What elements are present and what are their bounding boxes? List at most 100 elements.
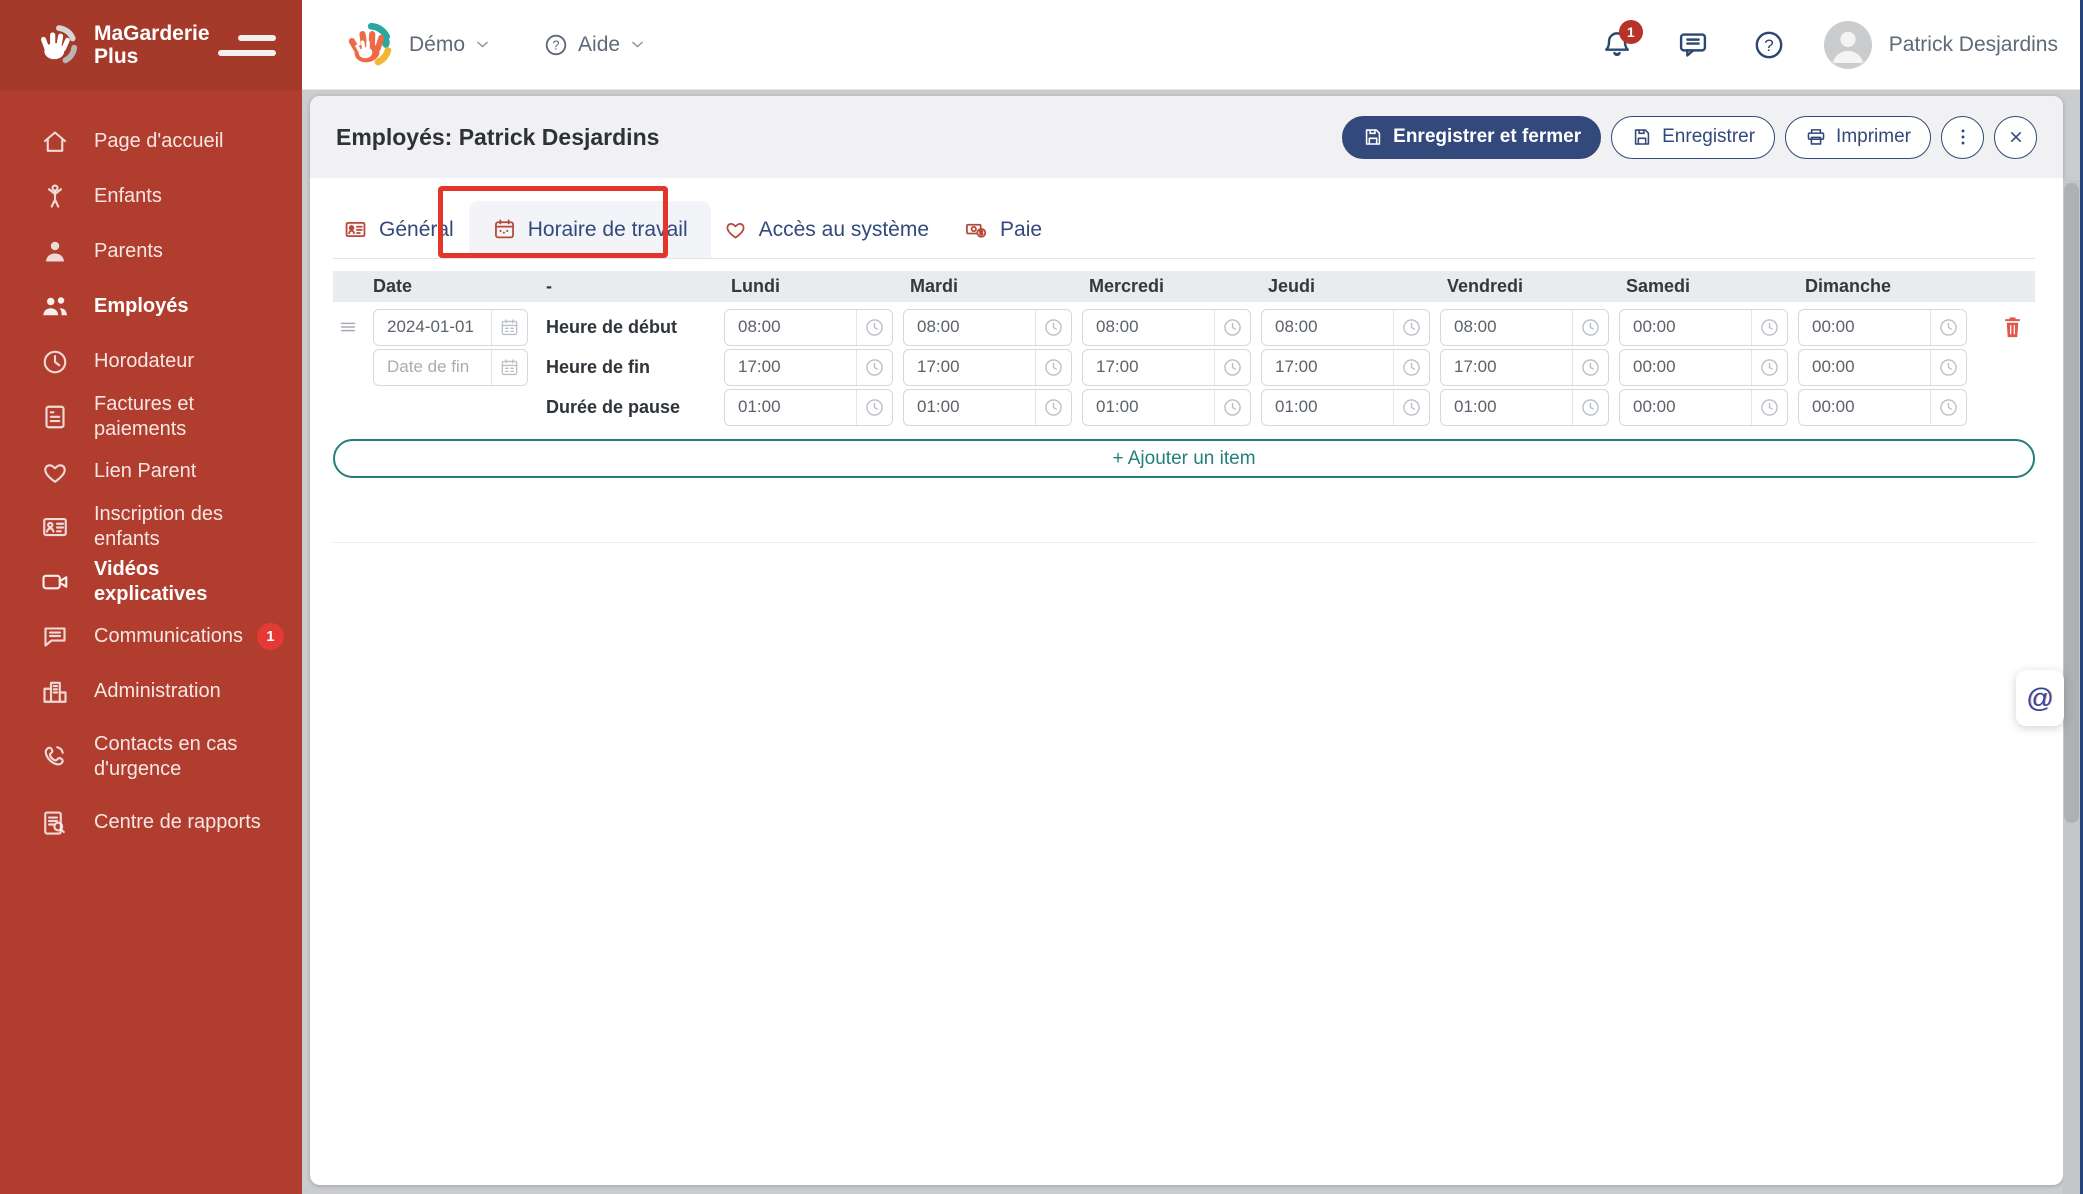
time-value[interactable] bbox=[1262, 350, 1393, 385]
time-value[interactable] bbox=[1799, 390, 1930, 425]
time-icon[interactable] bbox=[1930, 310, 1966, 345]
time-icon[interactable] bbox=[1572, 390, 1608, 425]
time-icon[interactable] bbox=[1572, 310, 1608, 345]
time-input-mardi[interactable] bbox=[903, 349, 1072, 386]
time-icon[interactable] bbox=[1393, 390, 1429, 425]
time-icon[interactable] bbox=[1035, 310, 1071, 345]
date-end-value[interactable] bbox=[374, 350, 491, 385]
calendar-icon[interactable] bbox=[491, 310, 527, 345]
time-value[interactable] bbox=[1262, 310, 1393, 345]
time-input-dimanche[interactable] bbox=[1798, 389, 1967, 426]
time-value[interactable] bbox=[1262, 390, 1393, 425]
time-value[interactable] bbox=[1620, 310, 1751, 345]
date-start-value[interactable] bbox=[374, 310, 491, 345]
notifications-button[interactable]: 1 bbox=[1600, 28, 1634, 62]
time-icon[interactable] bbox=[1214, 350, 1250, 385]
sidebar-item-communications[interactable]: Communications 1 bbox=[0, 609, 302, 664]
time-input-vendredi[interactable] bbox=[1440, 349, 1609, 386]
mention-fab[interactable]: @ bbox=[2016, 670, 2064, 726]
delete-row-trash-icon[interactable] bbox=[2001, 315, 2024, 340]
sidebar-item-employes[interactable]: Employés bbox=[0, 279, 302, 334]
time-icon[interactable] bbox=[1035, 350, 1071, 385]
tab-horaire-de-travail[interactable]: Horaire de travail bbox=[469, 201, 711, 258]
scrollbar-thumb[interactable] bbox=[2064, 183, 2079, 823]
sidebar-item-videos[interactable]: Vidéos explicatives bbox=[0, 554, 302, 609]
date-start-input[interactable] bbox=[373, 309, 528, 346]
help-button[interactable]: ? bbox=[1752, 28, 1786, 62]
sidebar-item-accueil[interactable]: Page d'accueil bbox=[0, 114, 302, 169]
time-input-samedi[interactable] bbox=[1619, 309, 1788, 346]
time-icon[interactable] bbox=[1572, 350, 1608, 385]
time-icon[interactable] bbox=[856, 390, 892, 425]
time-value[interactable] bbox=[1441, 390, 1572, 425]
time-input-mardi[interactable] bbox=[903, 389, 1072, 426]
messages-button[interactable] bbox=[1676, 28, 1710, 62]
time-input-dimanche[interactable] bbox=[1798, 349, 1967, 386]
sidebar-item-inscription[interactable]: Inscription des enfants bbox=[0, 499, 302, 554]
time-icon[interactable] bbox=[1035, 390, 1071, 425]
time-input-lundi[interactable] bbox=[724, 349, 893, 386]
sidebar-item-rapports[interactable]: Centre de rapports bbox=[0, 795, 302, 850]
time-value[interactable] bbox=[1083, 390, 1214, 425]
org-selector[interactable]: Démo bbox=[409, 33, 491, 57]
tab-paie[interactable]: Paie bbox=[964, 201, 1042, 258]
tab-general[interactable]: Général bbox=[333, 201, 454, 258]
drag-handle-icon[interactable] bbox=[337, 316, 359, 338]
time-input-dimanche[interactable] bbox=[1798, 309, 1967, 346]
time-value[interactable] bbox=[904, 350, 1035, 385]
time-input-jeudi[interactable] bbox=[1261, 389, 1430, 426]
time-icon[interactable] bbox=[1393, 310, 1429, 345]
time-icon[interactable] bbox=[1751, 350, 1787, 385]
time-value[interactable] bbox=[1083, 350, 1214, 385]
sidebar-item-lien-parent[interactable]: Lien Parent bbox=[0, 444, 302, 499]
time-input-mercredi[interactable] bbox=[1082, 309, 1251, 346]
time-value[interactable] bbox=[904, 310, 1035, 345]
time-value[interactable] bbox=[1620, 390, 1751, 425]
hamburger-icon[interactable] bbox=[218, 35, 276, 56]
save-close-button[interactable]: Enregistrer et fermer bbox=[1342, 116, 1601, 159]
time-icon[interactable] bbox=[1214, 310, 1250, 345]
time-input-mercredi[interactable] bbox=[1082, 349, 1251, 386]
calendar-icon[interactable] bbox=[491, 350, 527, 385]
time-icon[interactable] bbox=[1751, 390, 1787, 425]
sidebar-item-parents[interactable]: Parents bbox=[0, 224, 302, 279]
tab-acces-au-systeme[interactable]: Accès au système bbox=[723, 201, 929, 258]
date-end-input[interactable] bbox=[373, 349, 528, 386]
time-value[interactable] bbox=[1799, 310, 1930, 345]
time-value[interactable] bbox=[1083, 310, 1214, 345]
time-input-lundi[interactable] bbox=[724, 309, 893, 346]
time-input-samedi[interactable] bbox=[1619, 389, 1788, 426]
sidebar-item-horodateur[interactable]: Horodateur bbox=[0, 334, 302, 389]
time-value[interactable] bbox=[725, 350, 856, 385]
time-input-jeudi[interactable] bbox=[1261, 309, 1430, 346]
close-button[interactable] bbox=[1994, 116, 2037, 159]
time-input-jeudi[interactable] bbox=[1261, 349, 1430, 386]
sidebar-item-contacts-urgence[interactable]: Contacts en cas d'urgence bbox=[0, 719, 302, 795]
time-input-mercredi[interactable] bbox=[1082, 389, 1251, 426]
time-icon[interactable] bbox=[856, 310, 892, 345]
time-icon[interactable] bbox=[856, 350, 892, 385]
time-value[interactable] bbox=[1799, 350, 1930, 385]
time-value[interactable] bbox=[904, 390, 1035, 425]
time-input-vendredi[interactable] bbox=[1440, 309, 1609, 346]
save-button[interactable]: Enregistrer bbox=[1611, 116, 1775, 159]
time-value[interactable] bbox=[725, 390, 856, 425]
time-icon[interactable] bbox=[1751, 310, 1787, 345]
time-icon[interactable] bbox=[1393, 350, 1429, 385]
time-icon[interactable] bbox=[1930, 390, 1966, 425]
more-actions-button[interactable] bbox=[1941, 116, 1984, 159]
add-item-button[interactable]: + Ajouter un item bbox=[333, 439, 2035, 478]
time-input-lundi[interactable] bbox=[724, 389, 893, 426]
time-icon[interactable] bbox=[1930, 350, 1966, 385]
help-menu[interactable]: ? Aide bbox=[543, 32, 646, 58]
time-input-vendredi[interactable] bbox=[1440, 389, 1609, 426]
sidebar-item-factures[interactable]: Factures et paiements bbox=[0, 389, 302, 444]
time-value[interactable] bbox=[1441, 350, 1572, 385]
user-menu[interactable]: Patrick Desjardins bbox=[1824, 21, 2058, 69]
sidebar-item-enfants[interactable]: Enfants bbox=[0, 169, 302, 224]
time-icon[interactable] bbox=[1214, 390, 1250, 425]
time-value[interactable] bbox=[1620, 350, 1751, 385]
print-button[interactable]: Imprimer bbox=[1785, 116, 1931, 159]
time-value[interactable] bbox=[1441, 310, 1572, 345]
time-input-samedi[interactable] bbox=[1619, 349, 1788, 386]
